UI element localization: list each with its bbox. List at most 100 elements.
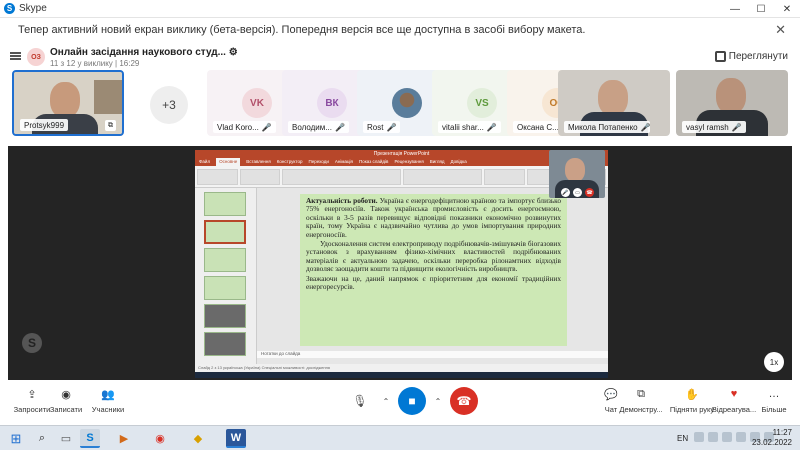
title-bar: S Skype — ☐ ✕ (0, 0, 800, 18)
record-label: Записати (49, 405, 83, 414)
view-button[interactable]: Переглянути (714, 51, 788, 63)
initials-avatar: VS (467, 88, 497, 118)
ppt-tab: Анімація (334, 159, 353, 164)
profile-photo-avatar (392, 88, 422, 118)
participant-name-text: Rost (367, 122, 384, 132)
search-icon[interactable]: ⌕ (32, 429, 52, 448)
raise-hand-icon: ✋ (685, 388, 699, 401)
call-participants-time: 11 з 12 у виклику | 16:29 (50, 59, 140, 68)
ppt-tab: Вигляд (429, 159, 445, 164)
ppt-tab: Переходи (308, 159, 329, 164)
ppt-tab: Рецензування (394, 159, 424, 164)
mic-off-icon: 🎙 (352, 394, 368, 408)
slide-thumbnail-selected (204, 220, 246, 244)
pip-camera-icon: ▭ (573, 188, 582, 197)
more-label: Більше (761, 405, 787, 414)
muted-mic-icon: 🎤 (640, 122, 650, 132)
ppt-status-bar: Слайд 2 з 13 українська (Україна) Спеціа… (195, 364, 608, 372)
minimize-button[interactable]: — (722, 0, 748, 18)
pip-mic-icon: 🎤 (561, 188, 570, 197)
task-view-icon[interactable]: ▭ (56, 429, 76, 448)
taskbar-chrome-icon[interactable]: ◉ (150, 429, 170, 448)
menu-icon[interactable] (10, 52, 21, 60)
slide-paragraph-3: Зважаючи на це, даний напрямок є пріорит… (306, 273, 561, 292)
participant-name-text: Володим... (292, 122, 332, 132)
participant-tile-self[interactable]: Protsyk999 ⧉ (12, 70, 124, 136)
presenter-call-controls: 🎤 ▭ ☎ (561, 188, 594, 197)
ppt-title: Презентація PowerPoint (195, 150, 608, 158)
heart-icon: ♥ (730, 388, 738, 400)
view-label: Переглянути (728, 51, 788, 63)
record-icon: ◉ (61, 388, 71, 401)
video-options-caret[interactable]: ⌃ (432, 387, 444, 415)
share-screen-label: Демонстру... (619, 405, 663, 414)
grid-view-icon (714, 51, 726, 62)
maximize-button[interactable]: ☐ (748, 0, 774, 18)
call-action-buttons: 🎙 ⌃ ■ ⌃ ☎ (346, 387, 478, 415)
taskbar-media-icon[interactable]: ▶ (114, 429, 134, 448)
muted-mic-icon: 🎤 (486, 122, 497, 132)
initials-avatar: ВК (317, 88, 347, 118)
conversation-title[interactable]: Онлайн засідання наукового студ... ⚙ (50, 47, 238, 58)
ppt-tab: Довідка (450, 159, 467, 164)
zoom-level-button[interactable]: 1x (764, 352, 784, 372)
muted-mic-icon: 🎤 (731, 122, 742, 132)
muted-mic-icon: 🎤 (386, 122, 397, 132)
participant-name-text: Микола Потапенко (568, 122, 638, 132)
camera-switch-icon[interactable]: ⧉ (105, 120, 116, 131)
pip-hangup-icon: ☎ (585, 188, 594, 197)
conversation-avatar[interactable]: ОЗ (27, 48, 45, 66)
taskbar-browser-icon[interactable]: ◆ (188, 429, 208, 448)
video-toggle-button[interactable]: ■ (398, 387, 426, 415)
slide-notes: Нотатки до слайда (257, 351, 608, 358)
settings-icon[interactable]: ⚙ (229, 47, 238, 58)
taskbar-word-icon[interactable]: W (226, 429, 246, 448)
participants-button[interactable]: 👥 Учасники (82, 386, 134, 415)
notice-close-button[interactable]: ✕ (775, 22, 786, 38)
ppt-ribbon (195, 166, 608, 188)
ppt-ribbon-tabs: Файл Основне Вставлення Конструктор Пере… (195, 158, 608, 166)
more-participants-button[interactable]: +3 (150, 86, 188, 124)
participant-name-text: Vlad Koro... (217, 122, 259, 132)
slide-paragraph-2: Удосконалення систем електроприводу подр… (306, 239, 561, 274)
windows-start-icon[interactable]: ⊞ (6, 429, 26, 448)
skype-watermark-icon: S (22, 333, 42, 353)
participant-name-text: Оксана С... (517, 122, 559, 132)
slide-paragraph-1: Актуальність роботи. Україна є енергодеф… (306, 196, 561, 239)
participants-label: Учасники (91, 405, 125, 414)
call-header: ОЗ Онлайн засідання наукового студ... ⚙ … (0, 44, 800, 70)
close-window-button[interactable]: ✕ (774, 0, 800, 18)
shared-taskbar (195, 372, 608, 378)
slide-thumbnails (195, 188, 257, 364)
participants-icon: 👥 (101, 388, 115, 401)
clock[interactable]: 11:27 23.02.2022 (752, 428, 792, 448)
input-language[interactable]: EN (677, 434, 688, 443)
participant-name: Володим... 🎤 (288, 121, 349, 133)
conversation-title-text: Онлайн засідання наукового студ... (50, 47, 226, 58)
participant-name-text: vitalii shar... (442, 122, 484, 132)
participant-name: Микола Потапенко 🎤 (564, 121, 650, 133)
participant-name: vitalii shar... 🎤 (438, 121, 501, 133)
more-button[interactable]: … Більше (748, 386, 800, 414)
mute-toggle-button[interactable]: 🎙 (346, 387, 374, 415)
taskbar-skype-icon[interactable]: S (80, 429, 100, 448)
share-icon: ⇪ (27, 388, 37, 401)
more-icon: … (768, 388, 780, 400)
clock-date: 23.02.2022 (751, 438, 792, 447)
participant-name: Rost 🎤 (363, 121, 401, 133)
skype-logo-icon: S (4, 3, 15, 14)
participant-name: vasyl ramsh 🎤 (682, 121, 746, 133)
share-screen-icon: ⧉ (637, 387, 645, 400)
beta-notice-text: Тепер активний новий екран виклику (бета… (18, 24, 586, 36)
mic-options-caret[interactable]: ⌃ (380, 387, 392, 415)
ppt-tab: Показ слайдів (358, 159, 389, 164)
hang-up-button[interactable]: ☎ (450, 387, 478, 415)
share-screen-button[interactable]: ⧉ Демонстру... (615, 386, 667, 415)
participant-tile-video[interactable]: vasyl ramsh 🎤 (676, 70, 788, 136)
participant-tile-video[interactable]: Микола Потапенко 🎤 (558, 70, 670, 136)
participant-name-text: Protsyk999 (24, 120, 65, 130)
ppt-tab: Основне (216, 158, 241, 166)
slide-thumbnail (204, 304, 246, 328)
current-slide: Актуальність роботи. Україна є енергодеф… (300, 194, 567, 346)
slide-thumbnail (204, 192, 246, 216)
